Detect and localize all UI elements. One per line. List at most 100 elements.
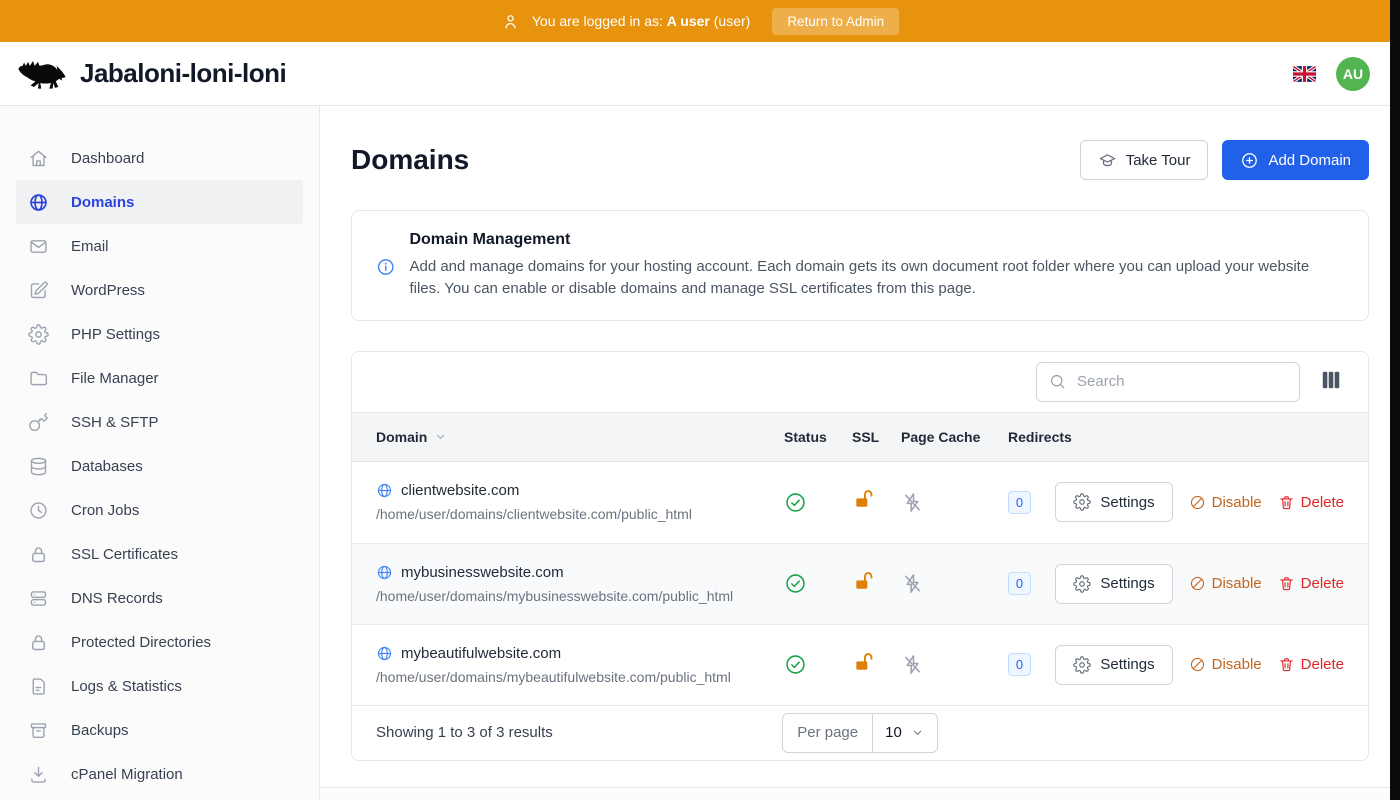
mail-icon [28,236,49,257]
disable-button[interactable]: Disable [1189,494,1262,511]
delete-button[interactable]: Delete [1278,494,1344,511]
sidebar-item-logs-statistics[interactable]: Logs & Statistics [16,664,303,708]
settings-button[interactable]: Settings [1055,645,1172,685]
settings-button[interactable]: Settings [1055,482,1172,522]
domain-name: mybeautifulwebsite.com [401,645,561,662]
ssl-unlocked-icon [852,651,875,674]
delete-label: Delete [1301,656,1344,673]
trash-icon [1278,656,1295,673]
settings-label: Settings [1100,494,1154,511]
database-icon [28,456,49,477]
column-header-ssl: SSL [852,429,901,445]
clock-icon [28,500,49,521]
sidebar-item-wordpress[interactable]: WordPress [16,268,303,312]
key-icon [28,412,49,433]
sidebar-item-email[interactable]: Email [16,224,303,268]
sidebar-item-cpanel-migration[interactable]: cPanel Migration [16,752,303,796]
gear-icon [1073,656,1091,674]
sidebar-item-cron-jobs[interactable]: Cron Jobs [16,488,303,532]
sidebar-nav: Dashboard Domains Email WordPress [0,106,320,800]
settings-label: Settings [1100,575,1154,592]
brand-logo-link[interactable]: Jabaloni-loni-loni [16,56,286,92]
ban-icon [1189,575,1206,592]
download-icon [28,764,49,785]
sidebar-item-protected-directories[interactable]: Protected Directories [16,620,303,664]
results-summary: Showing 1 to 3 of 3 results [376,724,782,741]
info-card-body: Add and manage domains for your hosting … [409,256,1344,300]
sidebar-item-ssh-sftp[interactable]: SSH & SFTP [16,400,303,444]
user-avatar[interactable]: AU [1336,57,1370,91]
chevron-down-icon [910,725,925,740]
ssl-unlocked-icon [852,570,875,593]
sidebar-item-label: Dashboard [71,150,144,167]
scrollbar[interactable] [1390,0,1400,800]
sidebar-item-label: Domains [71,194,134,211]
lock-icon [28,632,49,653]
sidebar-item-label: Databases [71,458,143,475]
home-icon [28,148,49,169]
sidebar-item-label: PHP Settings [71,326,160,343]
globe-icon [28,192,49,213]
page-cache-disabled-icon [901,572,924,595]
sidebar-item-label: cPanel Migration [71,766,183,783]
status-enabled-icon [784,653,807,676]
sidebar-item-backups[interactable]: Backups [16,708,303,752]
domain-management-info-card: Domain Management Add and manage domains… [351,210,1369,321]
disable-button[interactable]: Disable [1189,656,1262,673]
globe-icon [376,564,393,581]
info-icon [376,257,395,277]
plus-circle-icon [1240,151,1259,170]
language-flag-uk-icon[interactable] [1293,66,1316,82]
content-bottom-divider [320,787,1400,800]
per-page-value: 10 [885,724,902,741]
search-input[interactable] [1036,362,1300,402]
column-toggle-button[interactable] [1318,367,1344,396]
column-header-domain[interactable]: Domain [376,429,784,445]
settings-label: Settings [1100,656,1154,673]
domains-table-card: Domain Status SSL Page Cache Redirects [351,351,1369,761]
sidebar-item-dns-records[interactable]: DNS Records [16,576,303,620]
ban-icon [1189,656,1206,673]
take-tour-button[interactable]: Take Tour [1080,140,1209,180]
pencil-icon [28,280,49,301]
delete-button[interactable]: Delete [1278,575,1344,592]
delete-button[interactable]: Delete [1278,656,1344,673]
app-header: Jabaloni-loni-loni AU [0,42,1400,106]
disable-label: Disable [1212,494,1262,511]
domain-name: mybusinesswebsite.com [401,564,564,581]
take-tour-label: Take Tour [1126,152,1191,169]
graduation-cap-icon [1098,151,1117,170]
ban-icon [1189,494,1206,511]
settings-button[interactable]: Settings [1055,564,1172,604]
redirects-count-badge[interactable]: 0 [1008,491,1031,514]
column-header-redirects: Redirects [1008,429,1089,445]
table-footer: Showing 1 to 3 of 3 results Per page 10 [352,705,1368,760]
archive-box-icon [28,720,49,741]
sidebar-item-databases[interactable]: Databases [16,444,303,488]
sidebar-item-dashboard[interactable]: Dashboard [16,136,303,180]
server-icon [28,588,49,609]
search-icon [1048,372,1067,391]
add-domain-button[interactable]: Add Domain [1222,140,1369,180]
sidebar-item-domains[interactable]: Domains [16,180,303,224]
disable-label: Disable [1212,656,1262,673]
info-card-title: Domain Management [409,231,1344,249]
column-header-status: Status [784,429,852,445]
return-to-admin-button[interactable]: Return to Admin [772,8,899,35]
sidebar-item-php-settings[interactable]: PHP Settings [16,312,303,356]
gear-icon [28,324,49,345]
per-page-select[interactable]: 10 [872,714,937,752]
banner-user-role: (user) [714,13,751,29]
sidebar-item-file-manager[interactable]: File Manager [16,356,303,400]
redirects-count-badge[interactable]: 0 [1008,572,1031,595]
sidebar-item-label: Protected Directories [71,634,211,651]
brand-title: Jabaloni-loni-loni [80,58,286,89]
redirects-count-badge[interactable]: 0 [1008,653,1031,676]
table-header-row: Domain Status SSL Page Cache Redirects [352,412,1368,462]
table-row: mybusinesswebsite.com /home/user/domains… [352,543,1368,624]
folder-icon [28,368,49,389]
sidebar-item-ssl-certificates[interactable]: SSL Certificates [16,532,303,576]
disable-button[interactable]: Disable [1189,575,1262,592]
trash-icon [1278,494,1295,511]
globe-icon [376,645,393,662]
